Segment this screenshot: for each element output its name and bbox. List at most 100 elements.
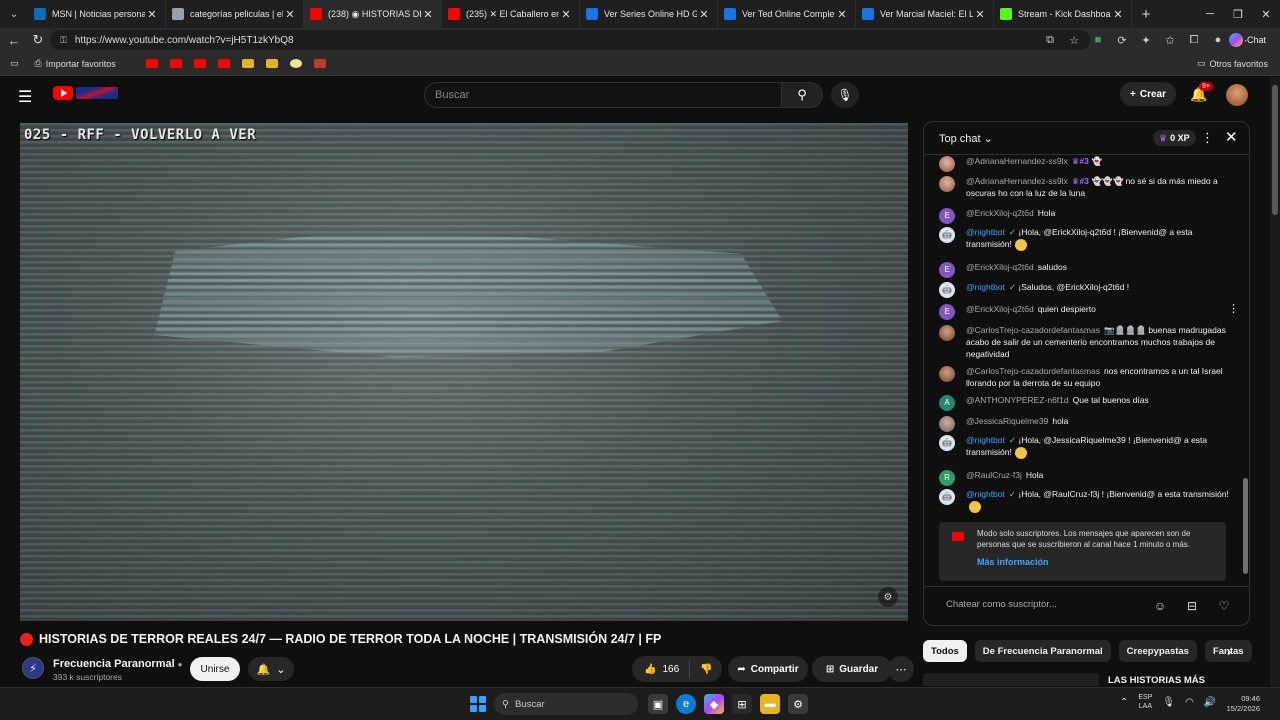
- chevron-right-icon[interactable]: ›: [1227, 644, 1231, 659]
- more-actions-button[interactable]: ⋯: [888, 656, 914, 682]
- chat-message[interactable]: @CarlosTrejo-cazadordefantasmas nos encon…: [939, 365, 1229, 389]
- chat-scrollbar-thumb[interactable]: [1243, 478, 1248, 574]
- user-avatar[interactable]: E: [939, 304, 955, 320]
- extension-icon[interactable]: ■: [1088, 30, 1108, 50]
- collections-icon[interactable]: ⧠: [1184, 30, 1204, 50]
- reading-list-icon[interactable]: ▭: [10, 58, 19, 69]
- voice-search-button[interactable]: 🎙: [831, 82, 859, 108]
- chat-message[interactable]: 🤖 @nightbot ✓ ¡Hola, @JessicaRiquelme39 ! …: [939, 434, 1229, 459]
- guide-menu-icon[interactable]: ☰: [18, 87, 32, 107]
- browser-tab[interactable]: MSN | Noticias personalizad✕: [28, 0, 166, 28]
- recommended-video-thumbnail[interactable]: [923, 673, 1099, 686]
- user-avatar[interactable]: [939, 176, 955, 192]
- file-explorer-icon[interactable]: ▬: [760, 694, 780, 714]
- chat-author[interactable]: @nightbot: [966, 227, 1005, 237]
- super-chat-icon[interactable]: ⊟: [1183, 597, 1201, 615]
- close-tab-icon[interactable]: ✕: [697, 8, 711, 21]
- emoji-icon[interactable]: ☺: [1151, 597, 1169, 615]
- language-indicator[interactable]: ESP LAA: [1138, 693, 1152, 711]
- gift-bookmark-icon[interactable]: [313, 59, 326, 68]
- chat-author[interactable]: @CarlosTrejo-cazadordefantasmas: [966, 325, 1100, 335]
- copilot-chat-button[interactable]: Chat: [1223, 31, 1272, 49]
- account-avatar[interactable]: [1226, 84, 1248, 106]
- chat-author[interactable]: @AdrianaHernandez-ss9lx: [966, 156, 1068, 166]
- youtube-bookmark-icon[interactable]: [217, 59, 230, 68]
- channel-name[interactable]: Frecuencia Paranormal ●: [53, 658, 183, 670]
- chat-author[interactable]: @RaulCruz-f3j: [966, 470, 1022, 480]
- url-field[interactable]: ⚿ https://www.youtube.com/watch?v=jH5T1z…: [50, 30, 1090, 50]
- user-avatar[interactable]: A: [939, 395, 955, 411]
- chat-author[interactable]: @nightbot: [966, 489, 1005, 499]
- minimize-icon[interactable]: ─: [1196, 0, 1224, 28]
- chat-message[interactable]: E @ErickXiloj-q2t6d Hola: [939, 207, 1229, 224]
- other-favorites-link[interactable]: ▭ Otros favoritos: [1197, 58, 1268, 69]
- chat-options-icon[interactable]: ⋮: [1201, 130, 1214, 146]
- subscription-bell-button[interactable]: 🔔 ⌄: [248, 657, 294, 681]
- chat-message[interactable]: @JessicaRiquelme39 hola: [939, 415, 1229, 432]
- save-button[interactable]: ⊞ Guardar: [812, 656, 892, 682]
- youtube-bookmark-icon[interactable]: [169, 59, 182, 68]
- show-hidden-icons-icon[interactable]: ⌃: [1120, 697, 1128, 708]
- chat-mode-dropdown[interactable]: Top chat ⌄: [939, 132, 993, 145]
- filter-chip[interactable]: Creepypastas: [1118, 640, 1197, 662]
- close-window-icon[interactable]: ✕: [1252, 0, 1280, 28]
- xp-badge[interactable]: ♛ 0 XP: [1153, 130, 1196, 146]
- chat-author[interactable]: @AdrianaHernandez-ss9lx: [966, 176, 1068, 186]
- chat-message[interactable]: 🤖 @nightbot ✓ ¡Saludos, @ErickXiloj-q2t6d …: [939, 281, 1229, 298]
- message-options-icon[interactable]: ⋮: [1228, 303, 1239, 315]
- user-avatar[interactable]: [939, 325, 955, 341]
- chat-author[interactable]: @ErickXiloj-q2t6d: [966, 262, 1034, 272]
- taskbar-clock[interactable]: 09:46 15/2/2026: [1222, 694, 1260, 714]
- refresh-extension-icon[interactable]: ⟳: [1112, 30, 1132, 50]
- search-button[interactable]: ⚲: [781, 82, 823, 108]
- browser-tab[interactable]: Ver Ted Online Completa Gr✕: [718, 0, 856, 28]
- folder-bookmark-icon[interactable]: [241, 59, 254, 68]
- video-corner-icon[interactable]: ⚙: [878, 587, 898, 607]
- user-avatar[interactable]: R: [939, 470, 955, 486]
- user-avatar[interactable]: [939, 366, 955, 382]
- close-tab-icon[interactable]: ✕: [835, 8, 849, 21]
- back-icon[interactable]: ←: [2, 28, 26, 52]
- import-favorites-link[interactable]: ⎙ Importar favoritos: [35, 58, 116, 69]
- restore-icon[interactable]: ❐: [1224, 0, 1252, 28]
- bot-avatar[interactable]: 🤖: [939, 489, 955, 505]
- close-tab-icon[interactable]: ✕: [421, 8, 435, 21]
- dislike-button[interactable]: 👎: [690, 664, 712, 675]
- close-tab-icon[interactable]: ✕: [559, 8, 573, 21]
- browser-tab[interactable]: (235) ✕ El Caballero en un✕: [442, 0, 580, 28]
- chat-author[interactable]: @CarlosTrejo-cazadordefantasmas: [966, 366, 1100, 376]
- heart-icon[interactable]: ♡: [1215, 597, 1233, 615]
- close-tab-icon[interactable]: ✕: [145, 8, 159, 21]
- chat-message[interactable]: E @ErickXiloj-q2t6d saludos: [939, 261, 1229, 278]
- chat-author[interactable]: @nightbot: [966, 282, 1005, 292]
- like-button[interactable]: 👍 166: [632, 660, 691, 678]
- join-button[interactable]: Unirse: [190, 657, 240, 681]
- chat-message[interactable]: @AdrianaHernandez-ss9lx ♛#3 👻: [939, 155, 1229, 172]
- volume-icon[interactable]: 🔊: [1204, 697, 1216, 708]
- video-player[interactable]: 025 - RFF - VOLVERLO A VER ⚙: [20, 123, 908, 621]
- settings-gear-icon[interactable]: ⚙: [788, 694, 808, 714]
- bot-avatar[interactable]: 🤖: [939, 282, 955, 298]
- page-scrollbar[interactable]: [1270, 77, 1280, 687]
- browser-tab[interactable]: (238) ◉ HISTORIAS DE ✕: [304, 0, 442, 28]
- browser-tab[interactable]: categorías peliculas | el refu✕: [166, 0, 304, 28]
- share-button[interactable]: ➦ Compartir: [728, 656, 808, 682]
- user-avatar[interactable]: [939, 156, 955, 172]
- chat-author[interactable]: @ErickXiloj-q2t6d: [966, 304, 1034, 314]
- tab-actions-menu-icon[interactable]: ⌄: [0, 0, 28, 28]
- favorites-icon[interactable]: ✩: [1160, 30, 1180, 50]
- store-icon[interactable]: ⊞: [732, 694, 752, 714]
- close-tab-icon[interactable]: ✕: [1111, 8, 1125, 21]
- microphone-icon[interactable]: 🎙: [1162, 697, 1175, 708]
- chat-input[interactable]: Chatear como suscriptor...: [946, 599, 1057, 610]
- taskbar-search[interactable]: ⚲ Buscar: [494, 693, 638, 715]
- filter-chip[interactable]: Todos: [923, 640, 967, 662]
- chat-author[interactable]: @JessicaRiquelme39: [966, 416, 1048, 426]
- extensions-puzzle-icon[interactable]: ✦: [1136, 30, 1156, 50]
- site-info-icon[interactable]: ⚿: [60, 35, 67, 46]
- create-button[interactable]: + Crear: [1120, 82, 1176, 106]
- chat-author[interactable]: @ANTHONYPEREZ-n6f1d: [966, 395, 1069, 405]
- reload-icon[interactable]: ↻: [26, 28, 50, 52]
- youtube-bookmark-icon[interactable]: [193, 59, 206, 68]
- filter-chip[interactable]: De Frecuencia Paranormal: [974, 640, 1111, 662]
